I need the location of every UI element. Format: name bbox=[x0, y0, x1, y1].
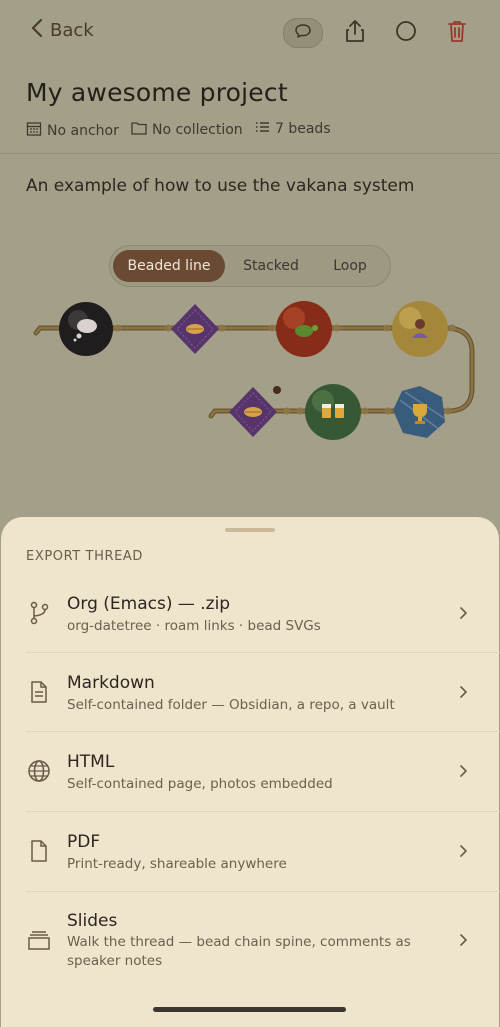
share-icon bbox=[344, 19, 366, 47]
handshake-icon bbox=[186, 324, 204, 334]
tab-loop[interactable]: Loop bbox=[315, 250, 385, 282]
circle-icon bbox=[395, 20, 417, 46]
back-label: Back bbox=[50, 20, 94, 41]
chevron-right-icon bbox=[456, 682, 470, 702]
export-option-title: Org (Emacs) — .zip bbox=[67, 594, 231, 614]
bead-beer[interactable] bbox=[305, 384, 361, 440]
project-title: My awesome project bbox=[26, 78, 288, 107]
export-option-markdown[interactable]: Markdown Self-contained folder — Obsidia… bbox=[0, 653, 500, 732]
folder-icon bbox=[131, 121, 147, 139]
share-button[interactable] bbox=[340, 18, 370, 48]
bead-handshake-1[interactable] bbox=[171, 304, 219, 354]
sheet-drag-handle[interactable] bbox=[225, 528, 275, 532]
export-option-title: HTML bbox=[67, 752, 115, 772]
export-option-slides[interactable]: Slides Walk the thread — bead chain spin… bbox=[0, 892, 500, 987]
export-sheet-title: EXPORT THREAD bbox=[26, 549, 144, 564]
home-indicator[interactable] bbox=[153, 1007, 346, 1012]
list-icon bbox=[255, 121, 270, 137]
status-button[interactable] bbox=[391, 18, 421, 48]
bead-turtle[interactable] bbox=[276, 301, 332, 357]
collection-meta[interactable]: No collection bbox=[131, 121, 243, 139]
tab-beaded-line[interactable]: Beaded line bbox=[113, 250, 225, 282]
export-option-pdf[interactable]: PDF Print-ready, shareable anywhere bbox=[0, 812, 500, 891]
anchor-meta[interactable]: No anchor bbox=[26, 121, 119, 140]
bead-chain bbox=[33, 301, 475, 440]
view-mode-segmented: Beaded line Stacked Loop bbox=[109, 245, 391, 287]
slides-icon bbox=[26, 927, 52, 953]
bead-trophy[interactable] bbox=[393, 386, 445, 438]
calendar-icon bbox=[26, 121, 42, 140]
bead-thought[interactable] bbox=[59, 302, 113, 356]
globe-icon bbox=[26, 758, 52, 784]
trophy-icon bbox=[413, 404, 427, 424]
beads-count-label: 7 beads bbox=[275, 121, 331, 137]
document-icon bbox=[26, 679, 52, 705]
speech-bubble-icon bbox=[294, 23, 312, 43]
anchor-label: No anchor bbox=[47, 122, 119, 139]
export-option-html[interactable]: HTML Self-contained page, photos embedde… bbox=[0, 732, 500, 811]
trash-icon bbox=[446, 19, 468, 47]
export-option-title: Slides bbox=[67, 911, 118, 931]
chevron-right-icon bbox=[456, 841, 470, 861]
export-option-org[interactable]: Org (Emacs) — .zip org-datetree · roam l… bbox=[0, 574, 500, 653]
export-option-subtitle: Walk the thread — bead chain spine, comm… bbox=[67, 934, 411, 969]
export-option-subtitle: Self-contained page, photos embedded bbox=[67, 776, 333, 792]
chevron-right-icon bbox=[456, 603, 470, 623]
bead-handshake-2[interactable] bbox=[229, 387, 277, 437]
tab-stacked[interactable]: Stacked bbox=[231, 250, 311, 282]
file-icon bbox=[26, 838, 52, 864]
header-divider bbox=[0, 153, 500, 154]
bead-person[interactable] bbox=[392, 301, 448, 357]
beads-count-meta: 7 beads bbox=[255, 121, 331, 137]
handshake-icon bbox=[244, 407, 262, 417]
export-option-subtitle: Print-ready, shareable anywhere bbox=[67, 856, 287, 872]
export-option-subtitle: Self-contained folder — Obsidian, a repo… bbox=[67, 697, 395, 713]
export-option-subtitle: org-datetree · roam links · bead SVGs bbox=[67, 618, 321, 634]
branch-icon bbox=[26, 600, 52, 626]
comments-button[interactable] bbox=[283, 18, 323, 48]
back-button[interactable]: Back bbox=[30, 18, 94, 43]
collection-label: No collection bbox=[152, 122, 243, 138]
chevron-right-icon bbox=[456, 761, 470, 781]
delete-button[interactable] bbox=[442, 18, 472, 48]
chevron-left-icon bbox=[30, 18, 44, 43]
project-description: An example of how to use the vakana syst… bbox=[26, 176, 415, 196]
chevron-right-icon bbox=[456, 930, 470, 950]
export-option-title: PDF bbox=[67, 832, 101, 852]
export-option-title: Markdown bbox=[67, 673, 155, 693]
